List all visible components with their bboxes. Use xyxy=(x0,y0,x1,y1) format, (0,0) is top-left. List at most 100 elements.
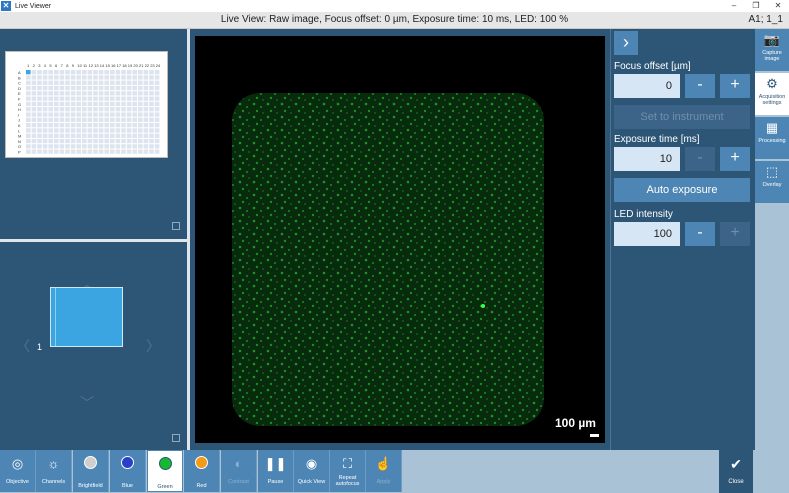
red-channel-button[interactable]: Red xyxy=(184,450,220,492)
well[interactable] xyxy=(48,91,53,96)
well[interactable] xyxy=(48,149,53,154)
well[interactable] xyxy=(143,101,149,107)
well[interactable] xyxy=(104,107,109,112)
well[interactable] xyxy=(76,117,81,122)
collapse-panel-button[interactable]: › xyxy=(614,31,638,55)
well[interactable] xyxy=(48,75,53,80)
well[interactable] xyxy=(87,128,93,133)
well[interactable] xyxy=(59,107,65,112)
well[interactable] xyxy=(115,144,121,149)
well[interactable] xyxy=(26,138,31,144)
brightfield-button[interactable]: Brightfield xyxy=(73,450,109,492)
well[interactable] xyxy=(54,91,59,96)
well[interactable] xyxy=(37,133,42,138)
well[interactable] xyxy=(138,144,143,149)
well[interactable] xyxy=(121,75,126,80)
well[interactable] xyxy=(104,75,109,80)
well[interactable] xyxy=(143,107,149,112)
well[interactable] xyxy=(149,112,154,117)
well[interactable] xyxy=(138,112,143,117)
well[interactable] xyxy=(82,80,87,85)
well[interactable] xyxy=(59,123,65,128)
well[interactable] xyxy=(76,112,81,117)
tab-overlay[interactable]: ⬚ Overlay xyxy=(755,161,789,204)
well[interactable] xyxy=(26,117,31,122)
well[interactable] xyxy=(42,138,48,144)
well[interactable] xyxy=(26,144,31,149)
well[interactable] xyxy=(132,128,137,133)
well[interactable] xyxy=(31,80,37,85)
well[interactable] xyxy=(110,85,115,91)
well[interactable] xyxy=(154,107,160,112)
well[interactable] xyxy=(143,117,149,122)
well[interactable] xyxy=(132,123,137,128)
well[interactable] xyxy=(54,117,59,122)
well[interactable] xyxy=(149,107,154,112)
well[interactable] xyxy=(54,85,59,91)
well[interactable] xyxy=(126,149,132,154)
well[interactable] xyxy=(82,128,87,133)
well[interactable] xyxy=(121,70,126,75)
well[interactable] xyxy=(54,80,59,85)
well[interactable] xyxy=(154,149,160,154)
well[interactable] xyxy=(132,70,137,75)
well[interactable] xyxy=(42,85,48,91)
well[interactable] xyxy=(98,133,104,138)
well[interactable] xyxy=(104,133,109,138)
well[interactable] xyxy=(42,107,48,112)
well[interactable] xyxy=(154,133,160,138)
well[interactable] xyxy=(154,128,160,133)
well[interactable] xyxy=(76,91,81,96)
well[interactable] xyxy=(149,128,154,133)
well[interactable] xyxy=(132,138,137,144)
well[interactable] xyxy=(154,117,160,122)
well[interactable] xyxy=(132,112,137,117)
well[interactable] xyxy=(54,96,59,101)
well[interactable] xyxy=(104,123,109,128)
well[interactable] xyxy=(115,101,121,107)
well[interactable] xyxy=(54,112,59,117)
well[interactable] xyxy=(54,128,59,133)
well[interactable] xyxy=(70,133,76,138)
well[interactable] xyxy=(42,112,48,117)
well[interactable] xyxy=(98,101,104,107)
focus-plus-button[interactable]: + xyxy=(720,74,750,98)
well[interactable] xyxy=(143,149,149,154)
well[interactable] xyxy=(121,149,126,154)
well[interactable] xyxy=(54,70,59,75)
well[interactable] xyxy=(82,85,87,91)
well[interactable] xyxy=(82,75,87,80)
well[interactable] xyxy=(37,128,42,133)
well[interactable] xyxy=(59,96,65,101)
well[interactable] xyxy=(110,101,115,107)
well[interactable] xyxy=(26,128,31,133)
well[interactable] xyxy=(115,149,121,154)
well[interactable] xyxy=(121,112,126,117)
apply-button[interactable]: ☝ Apply xyxy=(366,450,402,492)
well[interactable] xyxy=(138,101,143,107)
well[interactable] xyxy=(42,128,48,133)
well[interactable] xyxy=(93,96,98,101)
well[interactable] xyxy=(70,107,76,112)
well[interactable] xyxy=(31,149,37,154)
well[interactable] xyxy=(143,96,149,101)
well[interactable] xyxy=(26,123,31,128)
led-intensity-input[interactable]: 100 xyxy=(614,222,680,246)
well[interactable] xyxy=(59,85,65,91)
well[interactable] xyxy=(98,91,104,96)
led-minus-button[interactable]: - xyxy=(685,222,715,246)
well[interactable] xyxy=(110,149,115,154)
auto-exposure-button[interactable]: Auto exposure xyxy=(614,178,750,202)
well[interactable] xyxy=(126,128,132,133)
expand-fov-icon[interactable] xyxy=(172,434,180,442)
well[interactable] xyxy=(104,149,109,154)
well[interactable] xyxy=(98,96,104,101)
well[interactable] xyxy=(138,91,143,96)
well[interactable] xyxy=(132,91,137,96)
well[interactable] xyxy=(93,80,98,85)
well[interactable] xyxy=(65,123,70,128)
well[interactable] xyxy=(37,149,42,154)
well[interactable] xyxy=(138,80,143,85)
well[interactable] xyxy=(82,91,87,96)
well[interactable] xyxy=(76,75,81,80)
